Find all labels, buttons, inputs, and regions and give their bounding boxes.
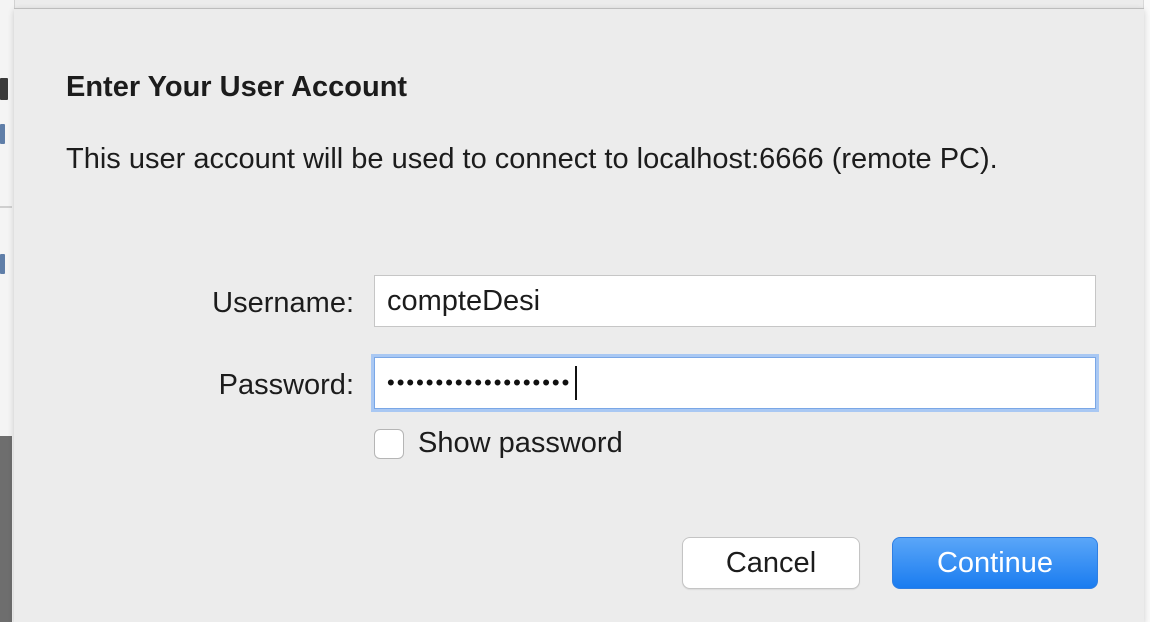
password-label: Password: (218, 369, 354, 401)
password-masked-value: ••••••••••••••••••• (387, 370, 572, 395)
show-password-row[interactable]: Show password (374, 427, 623, 460)
dialog-message: This user account will be used to connec… (66, 143, 998, 175)
background-window-edge (0, 0, 15, 622)
background-divider (0, 206, 12, 208)
background-window-edge-right (1143, 0, 1150, 622)
background-dark-region (0, 436, 12, 622)
background-text-fragment (0, 124, 5, 144)
show-password-checkbox[interactable] (374, 428, 404, 459)
username-value: compteDesi (387, 284, 541, 317)
background-text-fragment (0, 78, 8, 100)
user-account-dialog: Enter Your User Account This user accoun… (14, 8, 1144, 622)
password-input[interactable]: ••••••••••••••••••• (374, 357, 1096, 409)
show-password-label[interactable]: Show password (418, 427, 623, 460)
username-label: Username: (212, 287, 354, 319)
cancel-button[interactable]: Cancel (682, 537, 860, 589)
username-input[interactable]: compteDesi (374, 275, 1096, 327)
continue-button[interactable]: Continue (892, 537, 1098, 589)
dialog-title: Enter Your User Account (66, 71, 408, 103)
text-caret (575, 366, 578, 400)
screen: Enter Your User Account This user accoun… (0, 0, 1150, 622)
background-text-fragment (0, 254, 5, 274)
